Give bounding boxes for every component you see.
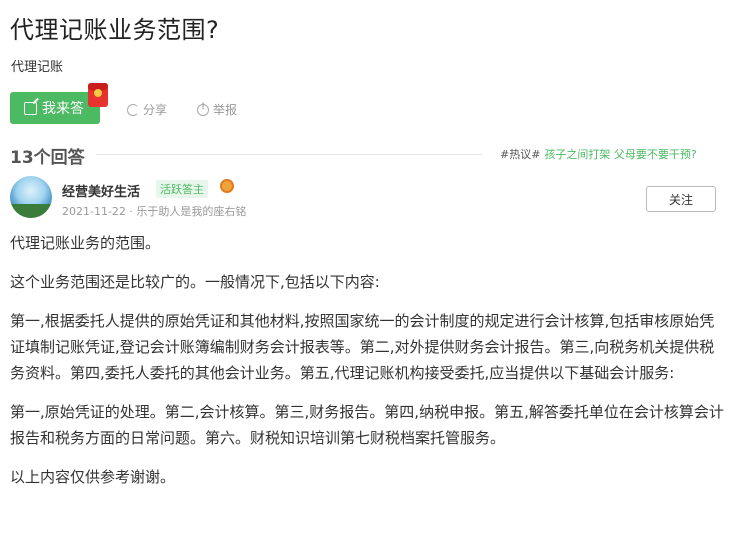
answer-button-label: 我来答 (42, 101, 84, 117)
share-label: 分享 (143, 103, 168, 117)
hot-topic-link[interactable]: 孩子之间打架 父母要不要干预? (544, 148, 696, 161)
answer-paragraph: 这个业务范围还是比较广的。一般情况下,包括以下内容: (10, 273, 380, 291)
status-badge: 活跃答主 (156, 180, 208, 198)
report-icon (197, 102, 209, 116)
answer-paragraph: 以上内容仅供参考谢谢。 (10, 468, 176, 486)
answer-paragraph: 第一,根据委托人提供的原始凭证和其他材料,按照国家统一的会计制度的规定进行会计核… (10, 312, 715, 382)
avatar[interactable] (10, 176, 52, 218)
pencil-icon (24, 101, 37, 115)
answer-count: 13个回答 (10, 148, 85, 168)
medal-icon (220, 179, 234, 193)
report-button[interactable]: 举报 (197, 101, 237, 118)
hot-topic-prefix: #热议# (500, 148, 541, 161)
author-name[interactable]: 经营美好生活 (62, 181, 140, 200)
question-title: 代理记账业务范围? (10, 16, 220, 44)
answer-button[interactable]: 我来答 (10, 92, 100, 124)
red-packet-icon[interactable] (88, 83, 108, 107)
share-button[interactable]: 分享 (127, 101, 167, 118)
answer-paragraph: 代理记账业务的范围。 (10, 234, 161, 252)
answer-meta: 2021-11-22 · 乐于助人是我的座右铭 (62, 205, 247, 218)
share-icon (127, 103, 139, 116)
question-tag[interactable]: 代理记账 (11, 56, 63, 75)
hot-topic: #热议# 孩子之间打架 父母要不要干预? (500, 146, 697, 162)
follow-button[interactable]: 关注 (646, 186, 716, 212)
report-label: 举报 (213, 103, 238, 117)
answer-paragraph: 第一,原始凭证的处理。第二,会计核算。第三,财务报告。第四,纳税申报。第五,解答… (10, 403, 724, 447)
divider (96, 154, 482, 155)
answer-content: 代理记账业务的范围。 这个业务范围还是比较广的。一般情况下,包括以下内容: 第一… (10, 230, 726, 503)
